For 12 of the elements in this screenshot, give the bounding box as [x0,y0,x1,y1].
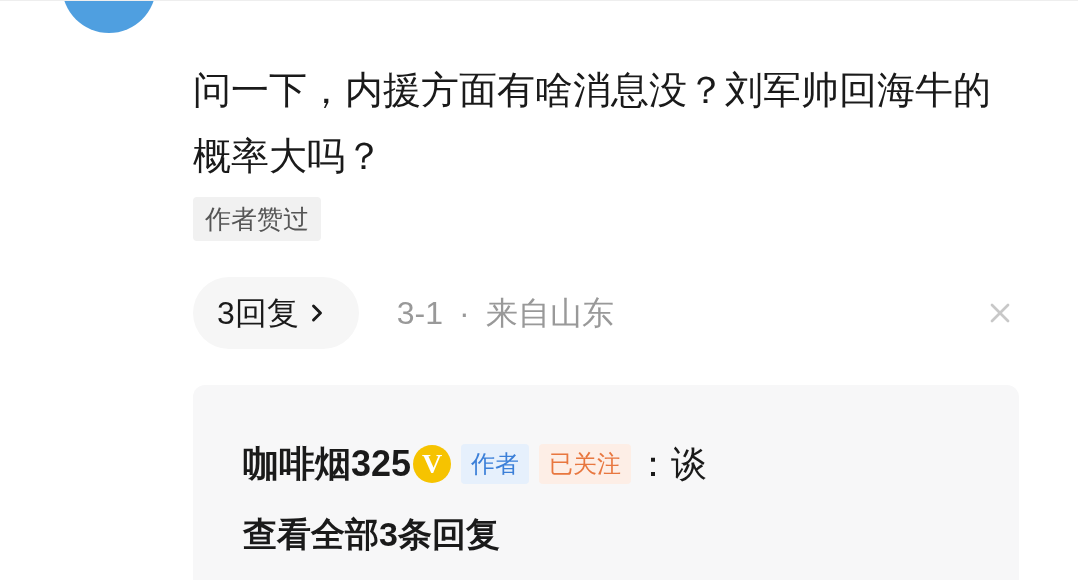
following-badge: 已关注 [539,444,632,484]
replies-button[interactable]: 3回复 [193,277,359,349]
comment-date: 3-1 [396,294,444,333]
reply-snippet: ：谈 [635,442,708,486]
comment-location: 来自山东 [485,294,614,333]
comment-text: 问一下，内援方面有啥消息没？刘军帅回海牛的概率大吗？ [193,68,992,179]
author-badge: 作者 [461,444,530,484]
view-all-replies-link[interactable]: 查看全部3条回复 [243,509,500,560]
reply-author-name[interactable]: 咖啡烟325 [243,437,412,491]
verified-badge: V [413,445,452,483]
separator-dot: · [459,294,470,333]
author-liked-tag: 作者赞过 [193,197,321,241]
